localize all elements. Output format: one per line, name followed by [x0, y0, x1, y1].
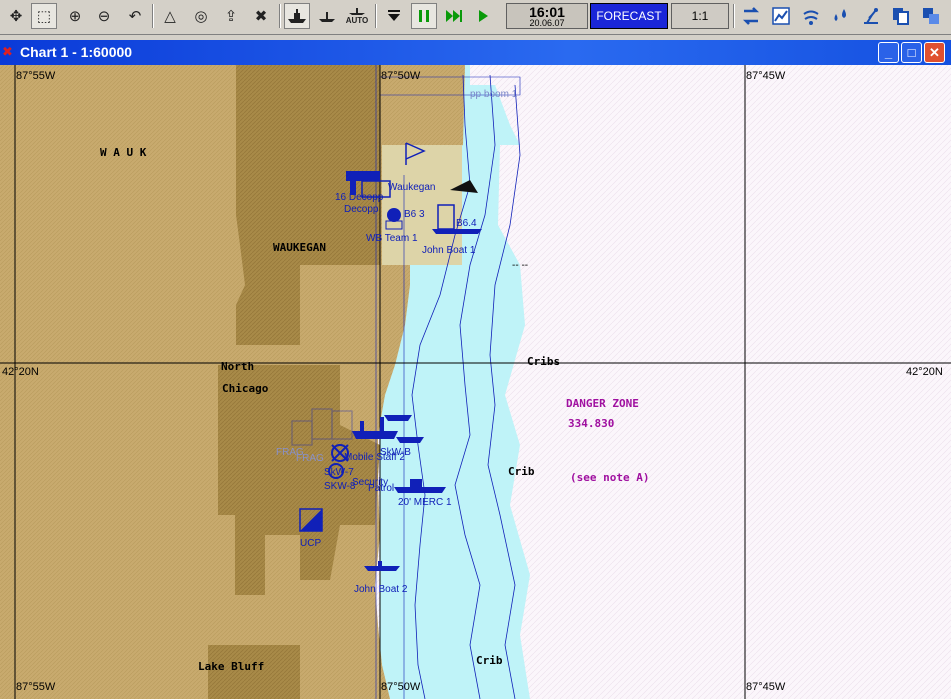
- pause-icon[interactable]: [411, 3, 437, 29]
- copy-icon[interactable]: [888, 3, 914, 29]
- place-label-chicago: Chicago: [222, 382, 269, 395]
- unit-label-skw-7: SkW-7: [324, 467, 354, 478]
- target-icon[interactable]: ◎: [188, 3, 214, 29]
- lon-label-bottom-45: 87°45W: [746, 681, 786, 693]
- forecast-button[interactable]: FORECAST: [590, 3, 668, 29]
- unit-label-decopp-top: 16 Decopp: [335, 192, 384, 203]
- unit-label-waukegan: Waukegan: [388, 182, 435, 193]
- auto-icon[interactable]: AUTO: [344, 3, 370, 29]
- ship-icon[interactable]: [284, 3, 310, 29]
- fast-forward-icon[interactable]: [441, 3, 467, 29]
- chart-window-titlebar[interactable]: ✖ Chart 1 - 1:60000 _ □ ✕: [0, 40, 951, 65]
- main-toolbar: ✥ ⬚ ⊕ ⊖ ↶ △ ◎ ⇪ ✖ AUTO 16:01 20.06.07 FO…: [0, 0, 951, 35]
- layers-icon[interactable]: [918, 3, 944, 29]
- chart-graph-icon[interactable]: [768, 3, 794, 29]
- label-crib-mid: Crib: [508, 465, 535, 478]
- label-see-note: (see note A): [570, 471, 649, 484]
- unit-label-ucp: UCP: [300, 538, 321, 549]
- close-button[interactable]: ✕: [924, 42, 945, 63]
- unit-label-john-boat-2: John Boat 2: [354, 584, 408, 595]
- date-value: 20.06.07: [529, 18, 565, 28]
- app-icon: ✖: [2, 44, 13, 59]
- unit-label-frag-2: FRAG: [296, 453, 324, 464]
- label-crib-low: Crib: [476, 654, 503, 667]
- toolbar-separator: [733, 4, 735, 28]
- time-display: 16:01 20.06.07: [506, 3, 588, 29]
- export-icon[interactable]: ⇪: [218, 3, 244, 29]
- time-value: 16:01: [529, 4, 565, 20]
- compass-icon[interactable]: △: [157, 3, 183, 29]
- unit-label-patrol: Patrol: [368, 483, 394, 494]
- person-icon[interactable]: [858, 3, 884, 29]
- maximize-button[interactable]: □: [901, 42, 922, 63]
- place-label-north: North: [221, 360, 254, 373]
- delete-icon[interactable]: ✖: [248, 3, 274, 29]
- lon-label-top-50: 87°50W: [381, 70, 421, 82]
- stop-icon[interactable]: [381, 3, 407, 29]
- sync-icon[interactable]: [738, 3, 764, 29]
- unit-label-merc: 20' MERC 1: [398, 497, 452, 508]
- label-dashes: -- --: [512, 260, 528, 271]
- place-label-waukegan: WAUKEGAN: [273, 241, 326, 254]
- scale-button[interactable]: 1:1: [671, 3, 729, 29]
- unit-label-skw-b: SkW-B: [380, 447, 411, 458]
- unit-label-wb-team: WB Team 1: [366, 233, 418, 244]
- toolbar-separator: [279, 4, 281, 28]
- place-label-lake-bluff: Lake Bluff: [198, 660, 264, 673]
- unit-label-b64: B6.4: [456, 218, 477, 229]
- unit-label-decopp: Decopp: [344, 204, 379, 215]
- label-cribs: Cribs: [527, 355, 560, 368]
- lon-label-top-45: 87°45W: [746, 70, 786, 82]
- label-danger-frequency: 334.830: [568, 417, 614, 430]
- nautical-chart-view[interactable]: 87°55W 87°50W 87°45W 87°55W 87°50W 87°45…: [0, 65, 951, 699]
- select-icon[interactable]: ⬚: [31, 3, 57, 29]
- zoom-in-icon[interactable]: ⊕: [62, 3, 88, 29]
- lat-label-right: 42°20N: [906, 366, 943, 378]
- toolbar-separator: [375, 4, 377, 28]
- label-danger-zone: DANGER ZONE: [566, 397, 639, 410]
- drops-icon[interactable]: [828, 3, 854, 29]
- play-icon[interactable]: [470, 3, 496, 29]
- unit-label-b63: B6 3: [404, 209, 425, 220]
- chart-canvas[interactable]: 87°55W 87°50W 87°45W 87°55W 87°50W 87°45…: [0, 65, 951, 699]
- label-pp-boom: pp boom 1: [470, 89, 518, 100]
- auto-label: AUTO: [345, 16, 369, 25]
- lat-label-left: 42°20N: [2, 366, 39, 378]
- zoom-out-icon[interactable]: ⊖: [91, 3, 117, 29]
- toolbar-separator: [152, 4, 154, 28]
- unit-label-john-boat-1: John Boat 1: [422, 245, 476, 256]
- weather-icon[interactable]: [798, 3, 824, 29]
- minimize-button[interactable]: _: [878, 42, 899, 63]
- window-title: Chart 1 - 1:60000: [20, 44, 133, 60]
- lon-label-top-55: 87°55W: [16, 70, 56, 82]
- lon-label-bottom-55: 87°55W: [16, 681, 56, 693]
- pan-icon[interactable]: ✥: [3, 3, 29, 29]
- lon-label-bottom-50: 87°50W: [381, 681, 421, 693]
- undo-icon[interactable]: ↶: [122, 3, 148, 29]
- boat-icon[interactable]: [314, 3, 340, 29]
- place-label-wauk: W A U K: [100, 146, 147, 159]
